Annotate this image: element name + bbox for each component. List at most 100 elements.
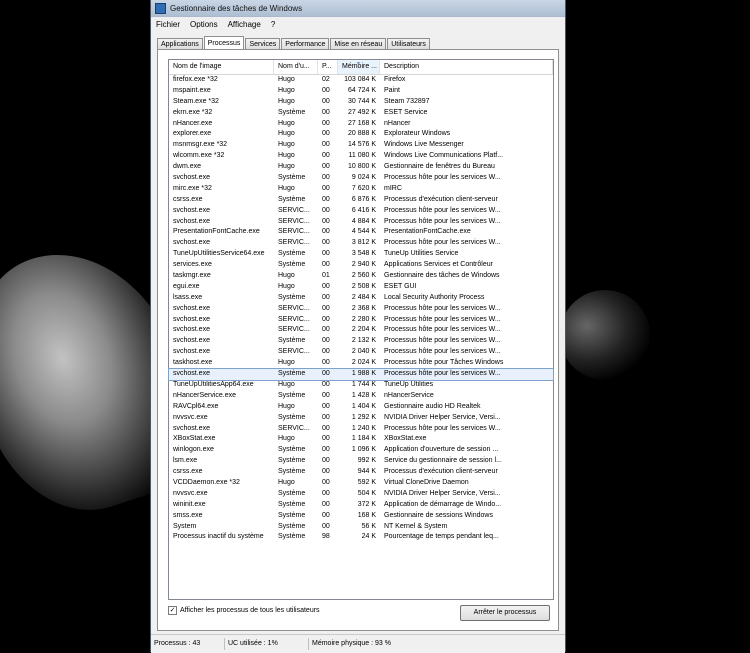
- table-row[interactable]: nvvsvc.exe Système 00 1 292 K NVIDIA Driver …: [169, 413, 553, 424]
- table-row[interactable]: winlogon.exe Système 00 1 096 K Application …: [169, 445, 553, 456]
- process-list[interactable]: Nom de l'image Nom d'u... P... ▼ Mémoire…: [168, 59, 554, 600]
- table-row[interactable]: taskhost.exe Hugo 00 2 024 K Processus hôte …: [169, 358, 553, 369]
- cell-description: Processus hôte pour les services W...: [384, 217, 501, 225]
- table-row[interactable]: taskmgr.exe Hugo 01 2 560 K Gestionnaire des…: [169, 271, 553, 282]
- cell-cpu: 00: [322, 97, 330, 105]
- cell-image-name: ekrn.exe *32: [173, 108, 213, 116]
- table-row[interactable]: TuneUpUtilitiesService64.exe Système 00 3 5…: [169, 249, 553, 260]
- table-row[interactable]: svchost.exe SERVIC... 00 2 204 K Processus h…: [169, 325, 553, 336]
- cell-memory: 64 724 K: [347, 86, 376, 94]
- table-row[interactable]: smss.exe Système 00 168 K Gestionnaire de se…: [169, 511, 553, 522]
- table-row[interactable]: svchost.exe SERVIC... 00 2 040 K Processus h…: [169, 347, 553, 358]
- cell-image-name: taskmgr.exe: [173, 272, 211, 280]
- column-cpu[interactable]: P...: [318, 60, 338, 74]
- cell-user-name: SERVIC...: [278, 228, 310, 236]
- cell-description: Processus hôte pour les services W...: [384, 424, 501, 432]
- table-row[interactable]: mspaint.exe Hugo 00 64 724 K Paint: [169, 86, 553, 97]
- table-row[interactable]: services.exe Système 00 2 940 K Applications…: [169, 260, 553, 271]
- table-row[interactable]: egui.exe Hugo 00 2 508 K ESET GUI: [169, 282, 553, 293]
- show-all-users-option[interactable]: ✓ Afficher les processus de tous les uti…: [168, 606, 320, 615]
- table-row[interactable]: Steam.exe *32 Hugo 00 30 744 K Steam 732897: [169, 97, 553, 108]
- cell-image-name: XBoxStat.exe: [173, 435, 216, 443]
- cell-image-name: svchost.exe: [173, 304, 210, 312]
- menu-fichier[interactable]: Fichier: [151, 20, 185, 29]
- table-row[interactable]: TuneUpUtilitiesApp64.exe Hugo 00 1 744 K Tun…: [169, 380, 553, 391]
- cell-description: Processus hôte pour les services W...: [384, 315, 501, 323]
- show-all-users-checkbox[interactable]: ✓: [168, 606, 177, 615]
- cell-cpu: 00: [322, 457, 330, 465]
- column-image-name[interactable]: Nom de l'image: [169, 60, 274, 74]
- cell-description: Processus hôte pour Tâches Windows: [384, 359, 504, 367]
- cell-cpu: 00: [322, 293, 330, 301]
- table-row[interactable]: svchost.exe SERVIC... 00 3 812 K Processus h…: [169, 238, 553, 249]
- cell-memory: 20 888 K: [347, 130, 376, 138]
- table-row[interactable]: dwm.exe Hugo 00 10 800 K Gestionnaire de fen…: [169, 162, 553, 173]
- table-row[interactable]: svchost.exe SERVIC... 00 6 416 K Processus h…: [169, 206, 553, 217]
- cell-description: Processus hôte pour les services W...: [384, 337, 501, 345]
- table-row[interactable]: PresentationFontCache.exe SERVIC... 00 4 54…: [169, 227, 553, 238]
- cell-image-name: nvvsvc.exe: [173, 413, 208, 421]
- table-row[interactable]: Processus inactif du système Système 98 24 …: [169, 532, 553, 543]
- table-row[interactable]: csrss.exe Système 00 6 876 K Processus d'exé…: [169, 195, 553, 206]
- cell-cpu: 00: [322, 195, 330, 203]
- table-row[interactable]: ekrn.exe *32 Système 00 27 492 K ESET Servic…: [169, 108, 553, 119]
- table-row[interactable]: svchost.exe SERVIC... 00 4 884 K Processus h…: [169, 217, 553, 228]
- cell-image-name: svchost.exe: [173, 315, 210, 323]
- table-row[interactable]: wininit.exe Système 00 372 K Application de …: [169, 500, 553, 511]
- table-row[interactable]: nHancer.exe Hugo 00 27 168 K nHancer: [169, 119, 553, 130]
- column-description[interactable]: Description: [380, 60, 553, 74]
- cell-user-name: Hugo: [278, 130, 295, 138]
- cell-cpu: 00: [322, 206, 330, 214]
- cell-image-name: svchost.exe: [173, 217, 210, 225]
- cell-cpu: 00: [322, 478, 330, 486]
- cell-user-name: Système: [278, 174, 306, 182]
- cell-user-name: Hugo: [278, 97, 295, 105]
- tab-processus[interactable]: Processus: [203, 36, 245, 50]
- column-memory[interactable]: ▼ Mémoire ...: [338, 60, 380, 74]
- cell-user-name: Système: [278, 489, 306, 497]
- menu-help[interactable]: ?: [266, 20, 280, 29]
- table-row[interactable]: svchost.exe Système 00 2 132 K Processus hôt…: [169, 336, 553, 347]
- cell-cpu: 00: [322, 141, 330, 149]
- menu-affichage[interactable]: Affichage: [223, 20, 266, 29]
- table-row[interactable]: msnmsgr.exe *32 Hugo 00 14 576 K Windows Liv…: [169, 140, 553, 151]
- cell-description: Processus d'exécution client-serveur: [384, 195, 498, 203]
- table-row[interactable]: lsm.exe Système 00 992 K Service du gestionn…: [169, 456, 553, 467]
- menu-options[interactable]: Options: [185, 20, 223, 29]
- table-row[interactable]: nHancerService.exe Système 00 1 428 K nHance…: [169, 391, 553, 402]
- table-row[interactable]: mirc.exe *32 Hugo 00 7 620 K mIRC: [169, 184, 553, 195]
- table-row[interactable]: wlcomm.exe *32 Hugo 00 11 080 K Windows Live…: [169, 151, 553, 162]
- table-row[interactable]: svchost.exe SERVIC... 00 2 280 K Processus h…: [169, 315, 553, 326]
- end-process-button[interactable]: Arrêter le processus: [460, 605, 550, 621]
- table-row[interactable]: explorer.exe Hugo 00 20 888 K Explorateur Wi…: [169, 129, 553, 140]
- cell-image-name: dwm.exe: [173, 163, 202, 171]
- table-row[interactable]: svchost.exe Système 00 1 988 K Processus hôt…: [168, 368, 554, 381]
- cell-memory: 6 416 K: [351, 206, 376, 214]
- cell-memory: 2 560 K: [351, 272, 376, 280]
- cell-memory: 3 812 K: [351, 239, 376, 247]
- cell-image-name: lsm.exe: [173, 457, 198, 465]
- table-row[interactable]: firefox.exe *32 Hugo 02 103 084 K Firefox: [169, 75, 553, 86]
- cell-user-name: SERVIC...: [278, 206, 310, 214]
- table-row[interactable]: VCDDaemon.exe *32 Hugo 00 592 K Virtual Clon…: [169, 478, 553, 489]
- table-row[interactable]: svchost.exe Système 00 9 024 K Processus hôt…: [169, 173, 553, 184]
- table-row[interactable]: svchost.exe SERVIC... 00 2 368 K Processus h…: [169, 304, 553, 315]
- cell-description: Firefox: [384, 76, 406, 83]
- table-row[interactable]: System Système 00 56 K NT Kernel & System: [169, 522, 553, 533]
- processes-panel: Nom de l'image Nom d'u... P... ▼ Mémoire…: [157, 49, 559, 631]
- table-row[interactable]: nvvsvc.exe Système 00 504 K NVIDIA Driver He…: [169, 489, 553, 500]
- cell-cpu: 00: [322, 337, 330, 345]
- table-row[interactable]: csrss.exe Système 00 944 K Processus d'exécu…: [169, 467, 553, 478]
- table-row[interactable]: RAVCpl64.exe Hugo 00 1 404 K Gestionnaire au…: [169, 402, 553, 413]
- table-row[interactable]: svchost.exe SERVIC... 00 1 240 K Processus h…: [169, 424, 553, 435]
- column-user-name[interactable]: Nom d'u...: [274, 60, 318, 74]
- cell-user-name: SERVIC...: [278, 315, 310, 323]
- title-bar[interactable]: Gestionnaire des tâches de Windows: [151, 0, 565, 16]
- cell-cpu: 01: [322, 272, 330, 280]
- cell-cpu: 00: [322, 261, 330, 269]
- cell-description: ESET GUI: [384, 282, 417, 290]
- table-row[interactable]: lsass.exe Système 00 2 484 K Local Security …: [169, 293, 553, 304]
- table-row[interactable]: XBoxStat.exe Hugo 00 1 184 K XBoxStat.exe: [169, 434, 553, 445]
- cell-memory: 7 620 K: [351, 184, 376, 192]
- cell-description: Processus hôte pour les services W...: [384, 174, 501, 182]
